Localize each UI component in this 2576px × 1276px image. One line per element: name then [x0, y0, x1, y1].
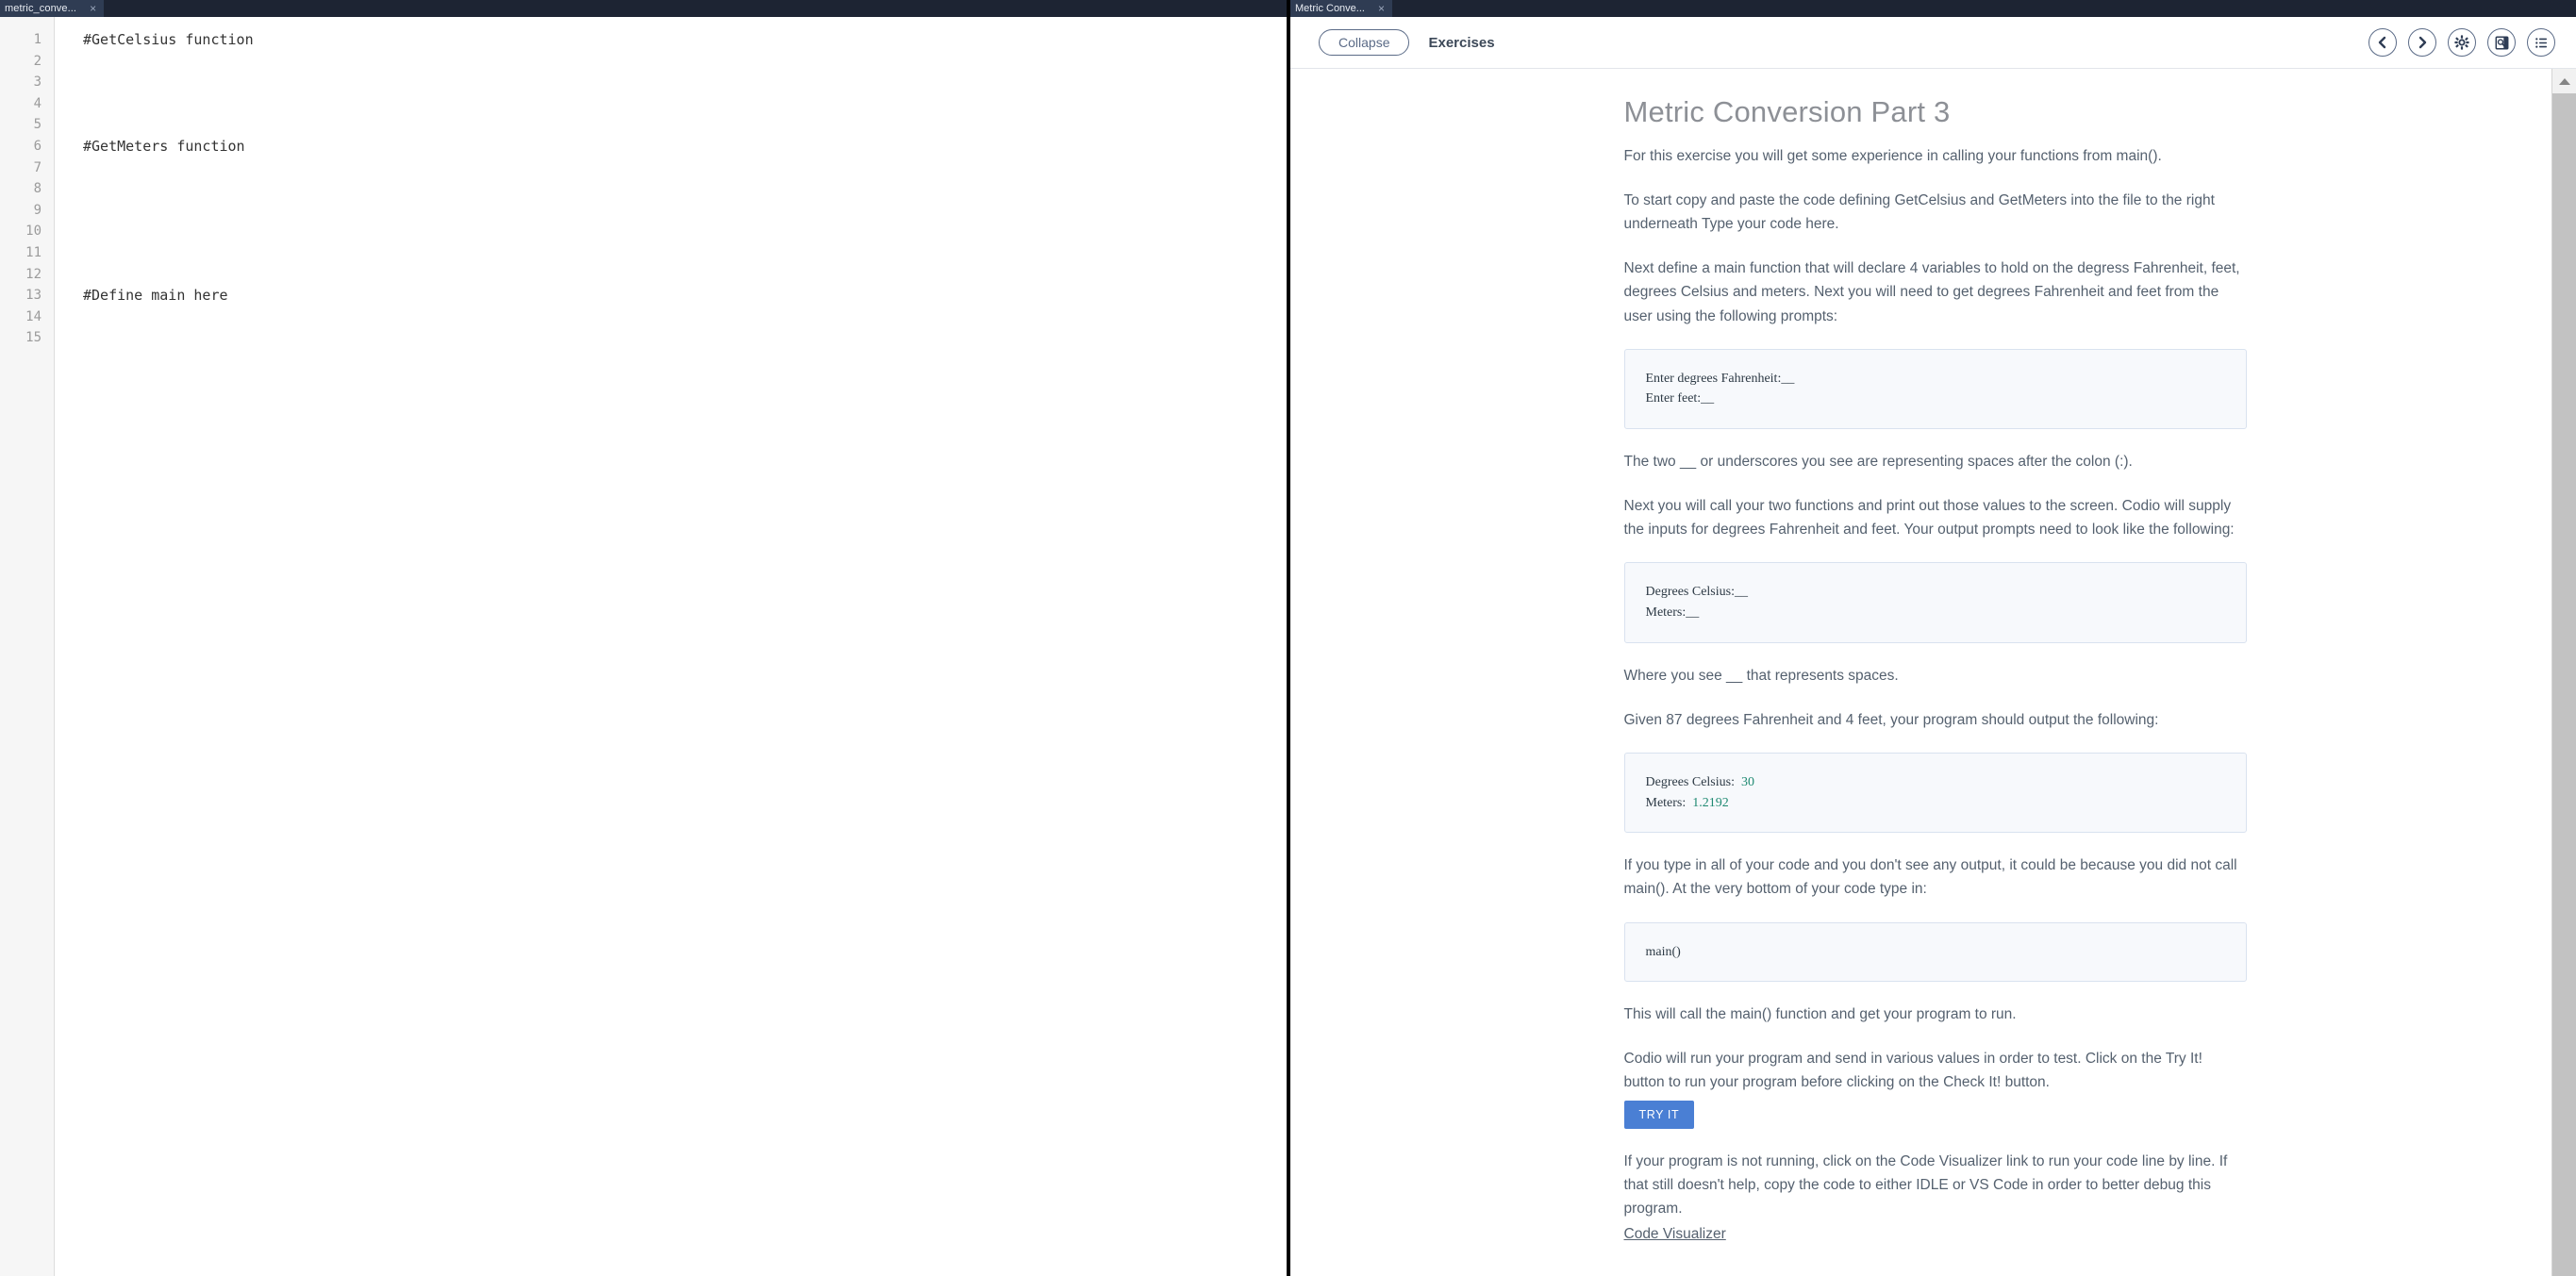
example-label-meters: Meters:	[1645, 795, 1687, 810]
spaces-note-paragraph: Where you see __ that represents spaces.	[1623, 667, 1899, 684]
define-main-paragraph: Next define a main function that will de…	[1623, 260, 2240, 324]
example-value-celsius: 30	[1740, 774, 1754, 789]
close-icon[interactable]: ×	[90, 3, 96, 14]
line-number: 5	[33, 117, 42, 133]
line-number: 15	[25, 330, 42, 346]
guide-content: Metric Conversion Part 3 For this exerci…	[1290, 69, 2551, 1276]
call-main-paragraph: If you type in all of your code and you …	[1623, 857, 2237, 898]
guide-tab-label: Metric Conve...	[1295, 3, 1365, 14]
close-icon[interactable]: ×	[1378, 3, 1385, 14]
collapse-button[interactable]: Collapse	[1319, 29, 1410, 56]
editor-tab-label: metric_conve...	[5, 3, 77, 14]
line-number: 2	[33, 53, 42, 69]
try-it-paragraph: Codio will run your program and send in …	[1623, 1051, 2202, 1091]
line-number: 13	[25, 288, 42, 304]
line-number: 1	[33, 32, 42, 47]
codio-ide-window: metric_conve... × 1 2 3 4 5 6 7 8 9 10 1…	[0, 0, 2576, 1276]
code-line: #GetMeters function	[83, 137, 245, 155]
line-number: 11	[25, 244, 42, 260]
underscores-note-paragraph: The two __ or underscores you see are re…	[1623, 454, 2133, 471]
code-visualizer-link[interactable]: Code Visualizer	[1624, 1226, 1726, 1243]
line-number: 10	[25, 224, 42, 240]
intro-paragraph: For this exercise you will get some expe…	[1623, 148, 2162, 164]
next-icon[interactable]	[2408, 28, 2436, 57]
code-block-line: Enter feet:__	[1645, 391, 1715, 406]
line-number: 3	[33, 75, 42, 91]
line-number: 6	[33, 138, 42, 154]
editor-tab-metric-conversion[interactable]: metric_conve... ×	[0, 0, 105, 17]
page-title: Metric Conversion Part 3	[1623, 95, 1951, 128]
try-it-button[interactable]: TRY IT	[1623, 1100, 1695, 1129]
vertical-scrollbar[interactable]	[2551, 69, 2576, 1276]
line-number: 8	[33, 181, 42, 197]
scroll-up-arrow-icon[interactable]	[2552, 69, 2576, 93]
line-number: 14	[25, 308, 42, 324]
line-number: 7	[33, 159, 42, 175]
code-line: #Define main here	[83, 287, 228, 305]
debug-paragraph: If your program is not running, click on…	[1623, 1152, 2228, 1217]
code-block-line: main()	[1645, 944, 1681, 959]
line-number: 12	[25, 266, 42, 282]
code-block-main-call: main()	[1623, 921, 2247, 983]
gear-icon[interactable]	[2448, 28, 2476, 57]
output-prompts-paragraph: Next you will call your two functions an…	[1623, 498, 2235, 539]
guide-tab-bar: Metric Conve... ×	[1290, 0, 2576, 17]
code-block-prompts: Enter degrees Fahrenheit:__ Enter feet:_…	[1623, 348, 2247, 430]
scrollbar-thumb[interactable]	[2552, 93, 2576, 1276]
guide-toolbar-icons	[2368, 28, 2555, 57]
example-value-meters: 1.2192	[1692, 795, 1729, 810]
guide-tab-metric-conversion[interactable]: Metric Conve... ×	[1290, 0, 1392, 17]
prev-icon[interactable]	[2368, 28, 2397, 57]
code-block-line: Degrees Celsius: 30	[1646, 772, 2246, 793]
line-number-gutter: 1 2 3 4 5 6 7 8 9 10 11 12 13 14 15	[0, 17, 55, 1276]
code-text-area[interactable]: #GetCelsius function #GetMeters function…	[55, 17, 1287, 1276]
guide-toolbar: Collapse Exercises	[1290, 17, 2576, 69]
guide-toolbar-title: Exercises	[1428, 34, 1495, 51]
guide-pane: Metric Conve... × Collapse Exercises Met…	[1290, 0, 2576, 1276]
code-block-example-output: Degrees Celsius: 30 Meters: 1.2192	[1623, 752, 2247, 834]
editor-body[interactable]: 1 2 3 4 5 6 7 8 9 10 11 12 13 14 15 #Get…	[0, 17, 1287, 1276]
code-block-line: Degrees Celsius:__	[1645, 585, 1748, 600]
code-block-line: Meters: 1.2192	[1646, 793, 2246, 814]
guide-article: Metric Conversion Part 3 For this exerci…	[1623, 69, 2247, 1276]
table-of-contents-icon[interactable]	[2527, 28, 2555, 57]
copy-paste-paragraph: To start copy and paste the code definin…	[1623, 192, 2215, 233]
example-label-celsius: Degrees Celsius:	[1645, 774, 1735, 789]
editor-tab-bar: metric_conve... ×	[0, 0, 1287, 17]
guide-scroll-region: Metric Conversion Part 3 For this exerci…	[1290, 69, 2576, 1276]
code-block-outputs: Degrees Celsius:__ Meters:__	[1623, 562, 2247, 643]
line-number: 4	[33, 95, 42, 111]
code-editor-pane: metric_conve... × 1 2 3 4 5 6 7 8 9 10 1…	[0, 0, 1287, 1276]
code-block-line: Enter degrees Fahrenheit:__	[1645, 371, 1795, 386]
code-block-line: Meters:__	[1645, 605, 1700, 621]
example-intro-paragraph: Given 87 degrees Fahrenheit and 4 feet, …	[1623, 711, 2159, 728]
line-number: 9	[33, 202, 42, 218]
page-search-icon[interactable]	[2487, 28, 2516, 57]
run-program-paragraph: This will call the main() function and g…	[1623, 1006, 2017, 1023]
code-line: #GetCelsius function	[83, 31, 254, 48]
